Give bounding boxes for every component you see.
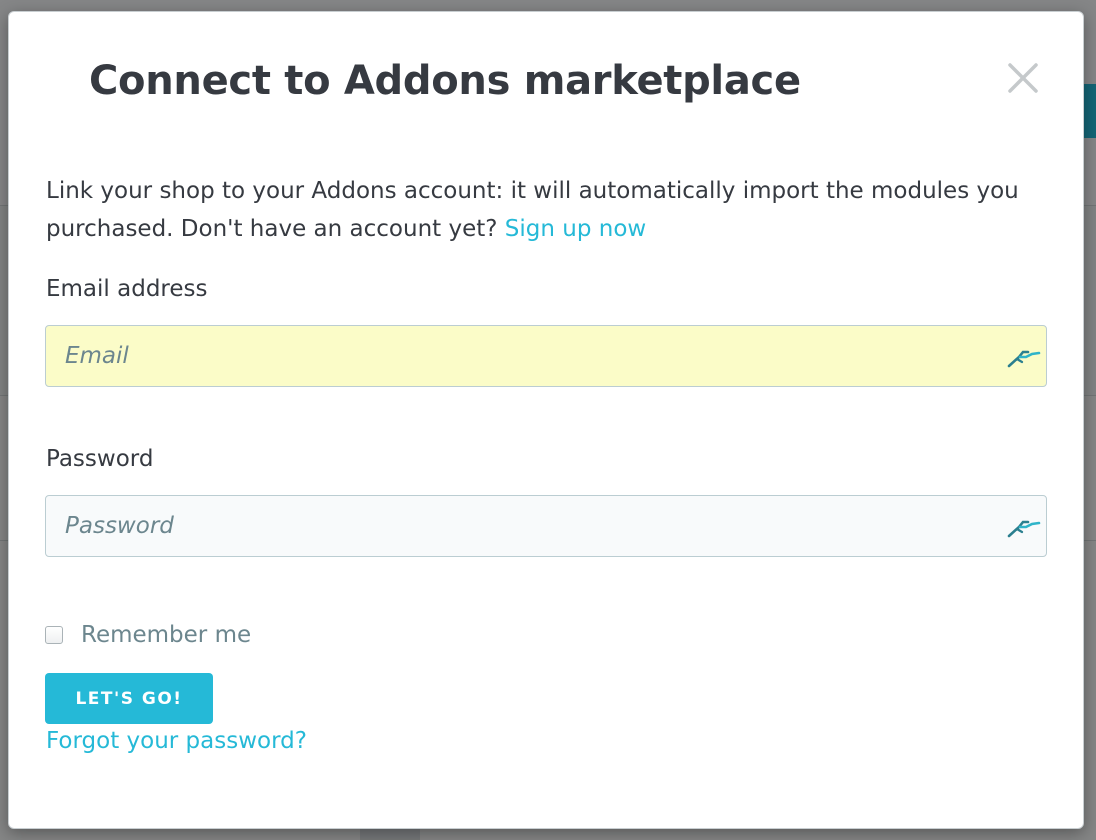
email-label: Email address	[46, 276, 208, 302]
remember-me-label[interactable]: Remember me	[81, 622, 251, 648]
remember-me-row[interactable]: Remember me	[45, 618, 251, 652]
addons-connect-modal: Connect to Addons marketplace Link your …	[8, 11, 1084, 829]
email-field-wrapper	[45, 325, 1047, 387]
submit-button[interactable]: LET'S GO!	[45, 673, 213, 724]
signup-link[interactable]: Sign up now	[505, 216, 646, 242]
close-icon	[1008, 63, 1038, 93]
close-button[interactable]	[1003, 58, 1043, 98]
remember-me-checkbox[interactable]	[45, 626, 63, 644]
forgot-password-link[interactable]: Forgot your password?	[46, 728, 307, 754]
password-field-wrapper	[45, 495, 1047, 557]
password-label: Password	[46, 446, 154, 472]
intro-paragraph: Link your shop to your Addons account: i…	[46, 172, 1036, 248]
password-field[interactable]	[46, 496, 986, 556]
modal-title: Connect to Addons marketplace	[89, 58, 801, 104]
autofill-key-icon[interactable]	[1006, 344, 1042, 370]
email-field[interactable]	[46, 326, 986, 386]
autofill-key-icon[interactable]	[1006, 514, 1042, 540]
